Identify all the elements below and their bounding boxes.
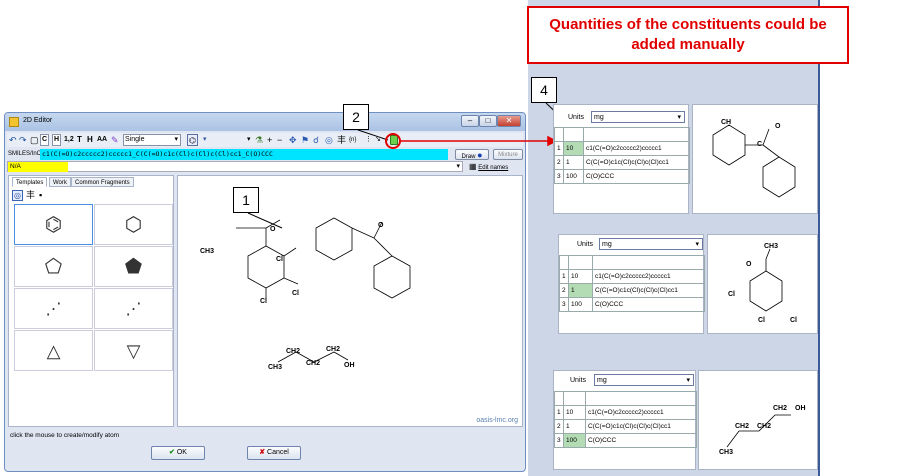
units-value: mg: [597, 377, 607, 384]
units-label: Units: [568, 114, 584, 121]
units-select[interactable]: mg ▾: [594, 374, 694, 386]
butanol-drawing: [726, 414, 791, 448]
atom-c: C: [757, 141, 763, 148]
smiles-cell: C(C(=O)c1c(Cl)c(Cl)c(Cl)cc1: [585, 419, 697, 434]
table-row[interactable]: 3 100 C(O)CCC: [554, 169, 690, 184]
table-row[interactable]: 2 1 C(C(=O)c1c(Cl)c(Cl)c(Cl)cc1: [554, 419, 697, 434]
chevron-down-icon: ▾: [695, 241, 699, 248]
atom-cl: Cl: [790, 317, 797, 324]
atom-ch3: CH3: [764, 243, 779, 250]
structure-view-2: CH3 O Cl Cl Cl: [707, 234, 818, 334]
constituents-grid-1: Units mg ▾ 1 10 c1(C(=O)c2ccccc2)ccccc1 21C…: [553, 104, 690, 214]
smiles-cell: C(C(=O)c1c(Cl)c(Cl)c(Cl)cc1: [583, 155, 690, 170]
quantity-cell[interactable]: 1: [563, 419, 586, 434]
constituents-table: 1 10 c1(C(=O)c2ccccc2)ccccc1 2 1 C(C(=O)c1c(…: [554, 127, 690, 184]
units-label: Units: [570, 377, 586, 384]
constituents-grid-2: Units mg ▾ 1 10 c1(C(=O)c2ccccc2)ccccc1 21C…: [558, 234, 705, 334]
row-index: 1: [559, 269, 569, 284]
atom-oh: OH: [795, 405, 806, 412]
table-row[interactable]: 2 1 C(C(=O)c1c(Cl)c(Cl)c(Cl)cc1: [554, 155, 690, 170]
atom-o: O: [775, 123, 781, 130]
quantity-cell[interactable]: 100: [568, 297, 593, 312]
table-row[interactable]: 3 100 C(O)CCC: [559, 297, 705, 312]
atom-o: O: [746, 261, 752, 268]
table-row[interactable]: 2 1 C(C(=O)c1c(Cl)c(Cl)c(Cl)cc1: [559, 283, 705, 298]
smiles-cell: c1(C(=O)c2ccccc2)ccccc1: [583, 141, 690, 156]
quantity-cell[interactable]: 1: [568, 283, 593, 298]
row-index: 1: [554, 141, 564, 156]
benzophenone-drawing: [712, 124, 796, 198]
row-index: 3: [554, 433, 564, 448]
atom-ch3: CH3: [719, 449, 734, 456]
quantity-cell[interactable]: 100: [563, 433, 586, 448]
units-label: Units: [577, 241, 593, 248]
row-index: 2: [554, 419, 564, 434]
row-index: 1: [554, 405, 564, 420]
smiles-cell: C(O)CCC: [592, 297, 705, 312]
table-row[interactable]: 1 10 c1(C(=O)c2ccccc2)ccccc1: [554, 405, 697, 420]
units-select[interactable]: mg ▾: [599, 238, 703, 250]
smiles-cell: C(C(=O)c1c(Cl)c(Cl)c(Cl)cc1: [592, 283, 705, 298]
constituents-table: 1 10 c1(C(=O)c2ccccc2)ccccc1 2 1 C(C(=O)c1c(…: [559, 255, 705, 312]
highlight-circle: [385, 133, 401, 149]
structure-view-3: CH3 CH2 CH2 CH2 OH: [698, 370, 818, 470]
atom-cl: Cl: [728, 291, 735, 298]
quantity-cell[interactable]: 10: [563, 405, 586, 420]
structure-view-1: O C CH: [692, 104, 818, 214]
smiles-cell: C(O)CCC: [585, 433, 697, 448]
row-index: 2: [554, 155, 564, 170]
quantity-cell[interactable]: 1: [563, 155, 584, 170]
atom-cl: Cl: [758, 317, 765, 324]
smiles-cell: c1(C(=O)c2ccccc2)ccccc1: [592, 269, 705, 284]
atom-ch: CH: [721, 119, 732, 126]
smiles-cell: C(O)CCC: [583, 169, 690, 184]
table-header-row: [554, 391, 697, 406]
chevron-down-icon: ▾: [677, 114, 681, 121]
row-index: 3: [554, 169, 564, 184]
atom-ch2: CH2: [757, 423, 772, 430]
row-index: 3: [559, 297, 569, 312]
quantity-cell[interactable]: 10: [568, 269, 593, 284]
atom-ch2: CH2: [773, 405, 788, 412]
constituents-grid-3: Units mg ▾ 1 10 c1(C(=O)c2ccccc2)ccccc1 21C…: [553, 370, 697, 470]
constituents-table: 1 10 c1(C(=O)c2ccccc2)ccccc1 2 1 C(C(=O)c1c(…: [554, 391, 697, 448]
table-row[interactable]: 1 10 c1(C(=O)c2ccccc2)ccccc1: [559, 269, 705, 284]
units-value: mg: [594, 114, 604, 121]
units-value: mg: [602, 241, 612, 248]
table-header-row: [559, 255, 705, 270]
quantity-cell[interactable]: 10: [563, 141, 584, 156]
table-header-row: [554, 127, 690, 142]
quantity-cell[interactable]: 100: [563, 169, 584, 184]
table-row[interactable]: 3 100 C(O)CCC: [554, 433, 697, 448]
smiles-cell: c1(C(=O)c2ccccc2)ccccc1: [585, 405, 697, 420]
table-row[interactable]: 1 10 c1(C(=O)c2ccccc2)ccccc1: [554, 141, 690, 156]
units-select[interactable]: mg ▾: [591, 111, 685, 123]
atom-ch2: CH2: [735, 423, 750, 430]
chevron-down-icon: ▾: [686, 377, 690, 384]
row-index: 2: [559, 283, 569, 298]
